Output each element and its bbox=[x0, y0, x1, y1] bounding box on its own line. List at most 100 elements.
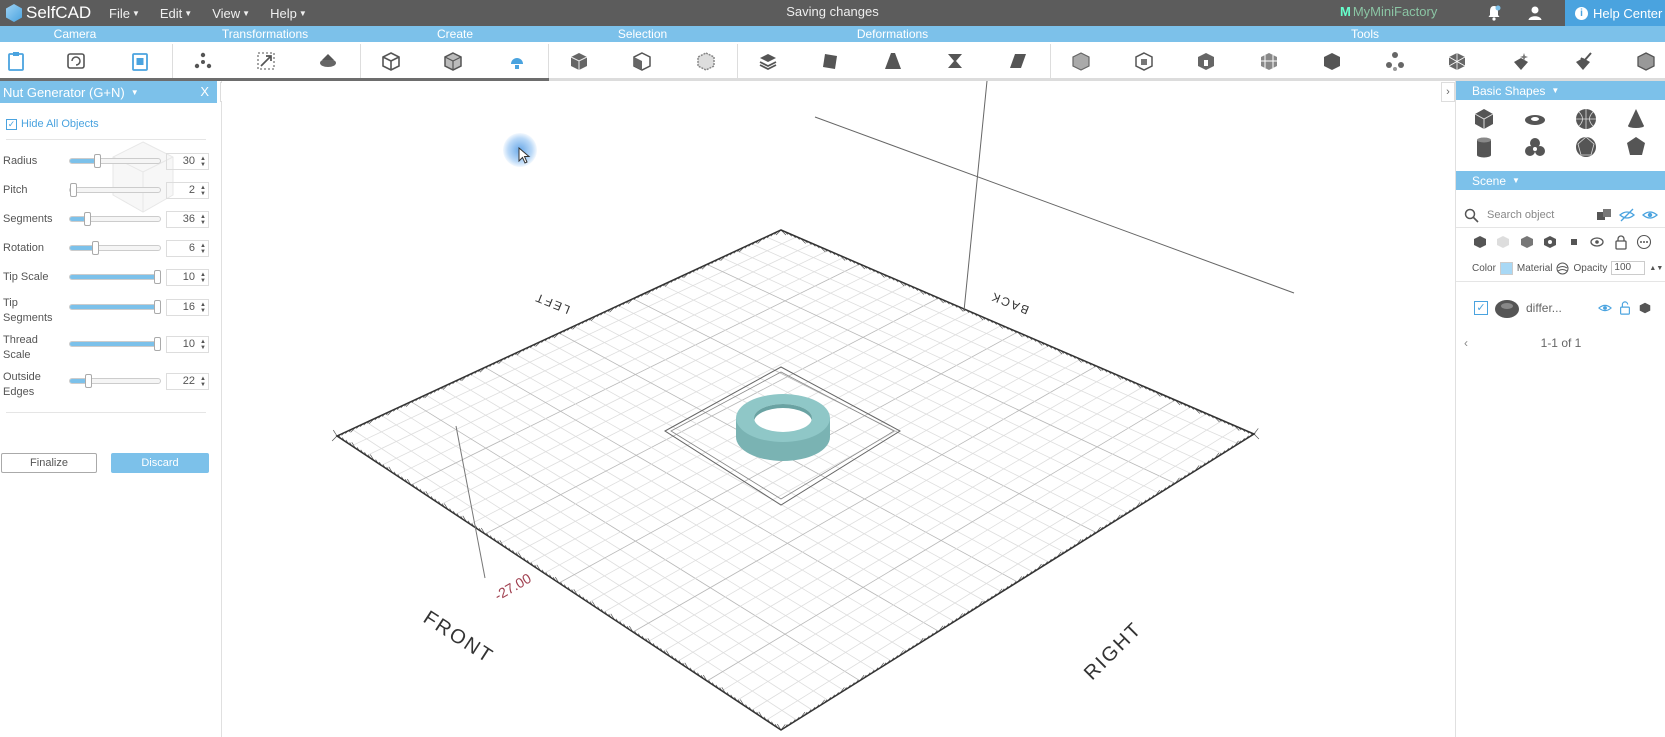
shape-cylinder-icon[interactable] bbox=[1472, 135, 1496, 159]
tool-boolean-difference[interactable] bbox=[1131, 47, 1157, 75]
basic-shapes-header[interactable]: Basic Shapes ▼ bbox=[1456, 81, 1665, 100]
tool-check[interactable] bbox=[1570, 47, 1596, 75]
nut-object[interactable] bbox=[736, 394, 830, 461]
myminifactory-link[interactable]: M MyMiniFactory bbox=[1340, 4, 1437, 19]
collapse-right-panel-button[interactable]: › bbox=[1441, 82, 1455, 102]
square-icon[interactable] bbox=[1566, 234, 1582, 250]
tool-grid[interactable] bbox=[1256, 47, 1282, 75]
param-slider[interactable] bbox=[69, 212, 161, 226]
param-slider[interactable] bbox=[69, 154, 161, 168]
spinner-icon[interactable]: ▲ ▼ bbox=[200, 156, 206, 168]
eye-icon[interactable] bbox=[1597, 301, 1612, 315]
object-checkbox[interactable]: ✓ bbox=[1474, 301, 1488, 315]
param-value-input[interactable]: 22 ▲ ▼ bbox=[166, 373, 209, 390]
spinner-icon[interactable]: ▲ ▼ bbox=[200, 339, 206, 351]
object-type-icon[interactable] bbox=[1638, 301, 1652, 315]
close-panel-button[interactable]: X bbox=[200, 84, 209, 99]
menu-view[interactable]: View ▼ bbox=[212, 6, 250, 21]
slider-thumb[interactable] bbox=[85, 374, 93, 388]
tool-boolean-union[interactable] bbox=[1068, 47, 1094, 75]
shape-knot-icon[interactable] bbox=[1523, 135, 1547, 159]
create-generator-tool[interactable] bbox=[504, 47, 530, 75]
spinner-icon[interactable]: ▲ ▼ bbox=[200, 243, 206, 255]
deform-bend-tool[interactable] bbox=[817, 47, 843, 75]
filter-sketch-icon[interactable] bbox=[1542, 234, 1558, 250]
scene-header[interactable]: Scene ▼ bbox=[1456, 171, 1665, 190]
checkbox-icon[interactable]: ✓ bbox=[6, 118, 17, 130]
slider-thumb[interactable] bbox=[154, 270, 161, 284]
create-shape-tool[interactable] bbox=[440, 47, 466, 75]
slider-thumb[interactable] bbox=[70, 183, 77, 197]
camera-reset-tool[interactable] bbox=[63, 47, 89, 75]
discard-button[interactable]: Discard bbox=[111, 453, 209, 473]
logo[interactable]: SelfCAD bbox=[6, 3, 91, 23]
slider-thumb[interactable] bbox=[91, 241, 99, 255]
shape-sphere-icon[interactable] bbox=[1574, 107, 1598, 131]
param-value-input[interactable]: 36 ▲ ▼ bbox=[166, 211, 209, 228]
select-edge-tool[interactable] bbox=[693, 47, 719, 75]
material-label[interactable]: Material bbox=[1517, 263, 1553, 274]
select-object-tool[interactable] bbox=[566, 47, 592, 75]
param-slider[interactable] bbox=[69, 300, 161, 314]
color-swatch[interactable] bbox=[1499, 261, 1513, 275]
hide-icon[interactable] bbox=[1619, 207, 1635, 223]
deform-shear-tool[interactable] bbox=[1005, 47, 1031, 75]
scale-tool[interactable] bbox=[253, 47, 279, 75]
bell-icon[interactable] bbox=[1486, 4, 1502, 22]
caret-down-icon[interactable]: ▼ bbox=[131, 88, 139, 97]
shape-geosphere-icon[interactable] bbox=[1574, 135, 1598, 159]
param-slider[interactable] bbox=[69, 337, 161, 351]
finalize-button[interactable]: Finalize bbox=[1, 453, 97, 473]
eye-icon[interactable] bbox=[1642, 207, 1658, 223]
group-icon[interactable] bbox=[1596, 207, 1612, 223]
scene-canvas[interactable]: LEFT BACK FRONT RIGHT -27.00 bbox=[222, 81, 1455, 737]
slider-thumb[interactable] bbox=[93, 154, 101, 168]
more-icon[interactable] bbox=[1636, 234, 1652, 250]
tool-boolean-intersect[interactable] bbox=[1193, 47, 1219, 75]
param-slider[interactable] bbox=[69, 374, 161, 388]
unlock-icon[interactable] bbox=[1618, 301, 1632, 315]
filter-solid-icon[interactable] bbox=[1472, 234, 1488, 250]
tool-magic[interactable] bbox=[1508, 47, 1534, 75]
param-value-input[interactable]: 10 ▲ ▼ bbox=[166, 336, 209, 353]
spin-icon[interactable]: ▲▼ bbox=[1649, 265, 1663, 272]
shape-torus-icon[interactable] bbox=[1523, 107, 1547, 131]
rotate-tool[interactable] bbox=[315, 47, 341, 75]
param-slider[interactable] bbox=[69, 183, 161, 197]
material-icon[interactable] bbox=[1556, 262, 1569, 275]
shape-cone-icon[interactable] bbox=[1624, 107, 1648, 131]
param-value-input[interactable]: 6 ▲ ▼ bbox=[166, 240, 209, 257]
user-icon[interactable] bbox=[1527, 4, 1543, 22]
menu-file[interactable]: File ▼ bbox=[109, 6, 140, 21]
param-slider[interactable] bbox=[69, 241, 161, 255]
param-value-input[interactable]: 30 ▲ ▼ bbox=[166, 153, 209, 170]
move-tool[interactable] bbox=[190, 47, 216, 75]
tool-solid[interactable] bbox=[1319, 47, 1345, 75]
deform-twist-tool[interactable] bbox=[942, 47, 968, 75]
tool-scatter[interactable] bbox=[1382, 47, 1408, 75]
help-center-button[interactable]: i Help Center bbox=[1565, 0, 1665, 26]
param-value-input[interactable]: 10 ▲ ▼ bbox=[166, 269, 209, 286]
tool-mesh[interactable] bbox=[1444, 47, 1470, 75]
tool-more[interactable] bbox=[1633, 47, 1659, 75]
menu-edit[interactable]: Edit ▼ bbox=[160, 6, 192, 21]
spinner-icon[interactable]: ▲ ▼ bbox=[200, 214, 206, 226]
select-face-tool[interactable] bbox=[629, 47, 655, 75]
deform-stack-tool[interactable] bbox=[755, 47, 781, 75]
create-cube-tool[interactable] bbox=[378, 47, 404, 75]
scene-object-row[interactable]: ✓ differ... bbox=[1474, 296, 1665, 320]
search-object-field[interactable]: Search object bbox=[1464, 205, 1594, 225]
hide-all-objects-toggle[interactable]: ✓ Hide All Objects bbox=[6, 118, 99, 130]
param-value-input[interactable]: 2 ▲ ▼ bbox=[166, 182, 209, 199]
camera-clipboard-tool[interactable] bbox=[3, 47, 29, 75]
spinner-icon[interactable]: ▲ ▼ bbox=[200, 302, 206, 314]
deform-taper-tool[interactable] bbox=[880, 47, 906, 75]
spinner-icon[interactable]: ▲ ▼ bbox=[200, 185, 206, 197]
menu-help[interactable]: Help ▼ bbox=[270, 6, 307, 21]
param-value-input[interactable]: 16 ▲ ▼ bbox=[166, 299, 209, 316]
spinner-icon[interactable]: ▲ ▼ bbox=[200, 376, 206, 388]
view-cube-icon[interactable] bbox=[108, 137, 178, 217]
visibility-icon[interactable] bbox=[1589, 234, 1605, 250]
shape-cube-icon[interactable] bbox=[1472, 107, 1496, 131]
lock-icon[interactable] bbox=[1613, 234, 1629, 250]
